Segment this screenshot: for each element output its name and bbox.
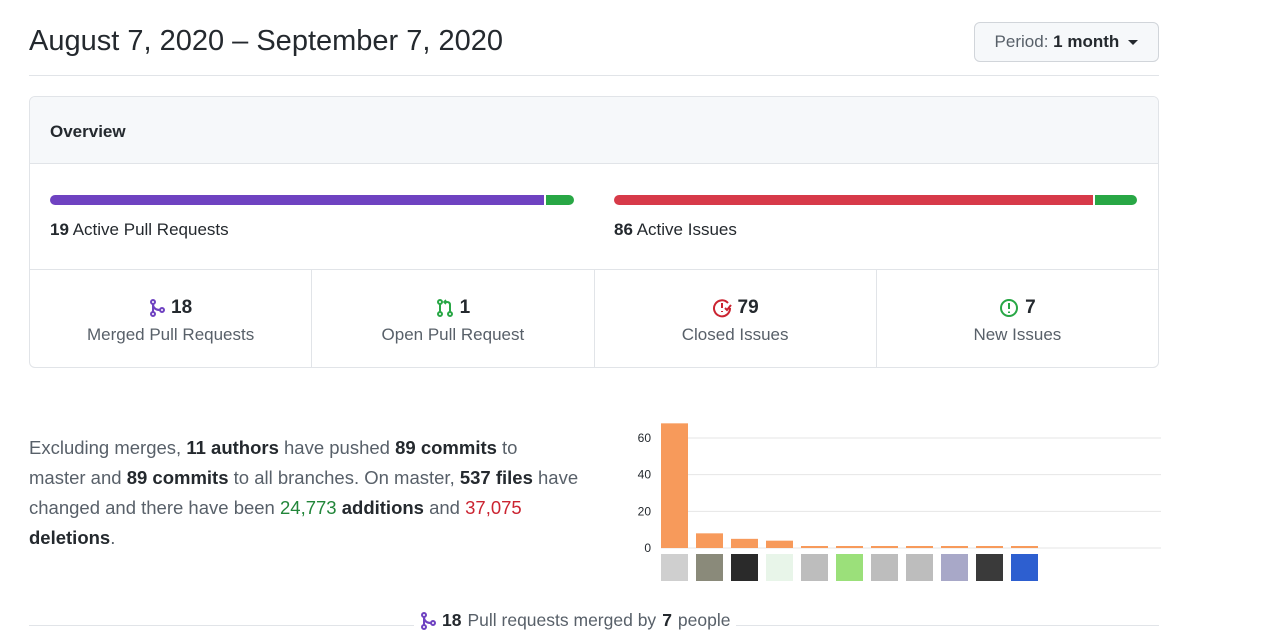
git-merge-icon: [150, 299, 166, 317]
authors-count: 11 authors: [186, 437, 279, 458]
deletions-count: 37,075: [465, 497, 522, 518]
active-issues-count: 86: [614, 220, 633, 239]
active-issues-label: Active Issues: [636, 220, 737, 239]
overview-header: Overview: [30, 97, 1158, 164]
merged-count: 18: [171, 297, 193, 318]
footer-text-2: people: [677, 610, 731, 630]
pulse-page: August 7, 2020 – September 7, 2020 Perio…: [29, 0, 1188, 631]
open-label: Open Pull Request: [381, 325, 525, 344]
master-commits: 89 commits: [395, 437, 497, 458]
merged-pr-count: 18: [442, 610, 462, 630]
merged-segment: [50, 195, 545, 205]
footer-text-1: Pull requests merged by: [467, 610, 657, 630]
contributor-bar[interactable]: [766, 540, 793, 548]
overview-box: Overview 19 Active Pull Requests 86 Acti…: [29, 96, 1159, 368]
contributor-bar[interactable]: [941, 546, 968, 548]
y-tick-label: 0: [644, 541, 651, 555]
new-issues-stat[interactable]: 7 New Issues: [877, 270, 1158, 367]
contributor-bar[interactable]: [801, 546, 828, 548]
summary-text: Excluding merges,: [29, 437, 187, 458]
overview-title: Overview: [50, 122, 126, 141]
page-title: August 7, 2020 – September 7, 2020: [29, 25, 504, 57]
active-pull-requests-link[interactable]: 19 Active Pull Requests: [50, 220, 229, 240]
merged-by-heading: 18 Pull requests merged by 7 people: [414, 610, 737, 631]
y-tick-label: 40: [638, 468, 652, 482]
deletions-word: deletions: [29, 527, 111, 548]
all-commits: 89 commits: [126, 467, 229, 488]
contributors-chart: 0 20 40 60: [601, 410, 1188, 590]
git-pull-request-icon: [436, 299, 453, 317]
period-value: 1 month: [1053, 32, 1120, 51]
issues-bar[interactable]: [614, 195, 1137, 205]
contributor-bar[interactable]: [906, 546, 933, 548]
issue-closed-icon: [712, 299, 732, 318]
additions-word: additions: [341, 497, 424, 518]
contributor-avatar[interactable]: [696, 554, 723, 581]
new-count: 7: [1025, 297, 1036, 318]
contributor-avatar[interactable]: [661, 554, 688, 581]
open-pull-request-stat[interactable]: 1 Open Pull Request: [312, 270, 595, 367]
closed-label: Closed Issues: [681, 325, 789, 344]
summary-text: to all branches. On master,: [228, 467, 460, 488]
page-header: August 7, 2020 – September 7, 2020 Perio…: [29, 0, 1159, 76]
contributor-avatar[interactable]: [906, 554, 933, 581]
closed-segment: [614, 195, 1093, 205]
contributor-bar[interactable]: [731, 538, 758, 548]
people-count: 7: [662, 610, 672, 630]
contributors-bar-chart: 0 20 40 60: [638, 423, 1188, 581]
active-issues-link[interactable]: 86 Active Issues: [614, 220, 737, 240]
contributor-avatar[interactable]: [976, 554, 1003, 581]
summary-text: have pushed: [278, 437, 396, 458]
active-pr-count: 19: [50, 220, 69, 239]
stats-row: 18 Merged Pull Requests 1 Open Pull Requ…: [30, 270, 1158, 367]
commit-summary: Excluding merges, 11 authors have pushed…: [29, 433, 579, 553]
contributor-avatar[interactable]: [731, 554, 758, 581]
contributor-avatar[interactable]: [1011, 554, 1038, 581]
new-label: New Issues: [973, 325, 1062, 344]
additions-count: 24,773: [280, 497, 337, 518]
active-pr-label: Active Pull Requests: [72, 220, 229, 239]
open-count: 1: [459, 297, 471, 318]
pull-requests-bar[interactable]: [50, 195, 574, 205]
contributor-avatar[interactable]: [836, 554, 863, 581]
summary-text: .: [110, 527, 116, 548]
contributor-avatar[interactable]: [801, 554, 828, 581]
contributor-bar[interactable]: [871, 546, 898, 548]
activity-bars: 19 Active Pull Requests 86 Active Issues: [30, 164, 1158, 270]
contributor-avatar[interactable]: [871, 554, 898, 581]
contributor-avatar[interactable]: [941, 554, 968, 581]
closed-issues-stat[interactable]: 79 Closed Issues: [595, 270, 877, 367]
summary-text: and: [423, 497, 466, 518]
merged-pull-requests-stat[interactable]: 18 Merged Pull Requests: [30, 270, 313, 367]
files-changed: 537 files: [459, 467, 533, 488]
merged-label: Merged Pull Requests: [86, 325, 255, 344]
contributor-bar[interactable]: [661, 423, 688, 548]
y-tick-label: 60: [638, 431, 652, 445]
new-segment: [1094, 195, 1137, 205]
contributor-bar[interactable]: [696, 533, 723, 548]
issue-opened-icon: [1000, 299, 1019, 317]
contributor-avatar[interactable]: [766, 554, 793, 581]
contributor-bar[interactable]: [976, 546, 1003, 548]
contributor-bar[interactable]: [1011, 546, 1038, 548]
contributor-bar[interactable]: [836, 546, 863, 548]
closed-count: 79: [737, 297, 759, 318]
period-dropdown-button[interactable]: Period: 1 month: [973, 22, 1159, 62]
period-label: Period:: [994, 32, 1049, 51]
open-segment: [546, 195, 574, 205]
y-tick-label: 20: [638, 504, 652, 518]
caret-down-icon: [1128, 40, 1138, 46]
